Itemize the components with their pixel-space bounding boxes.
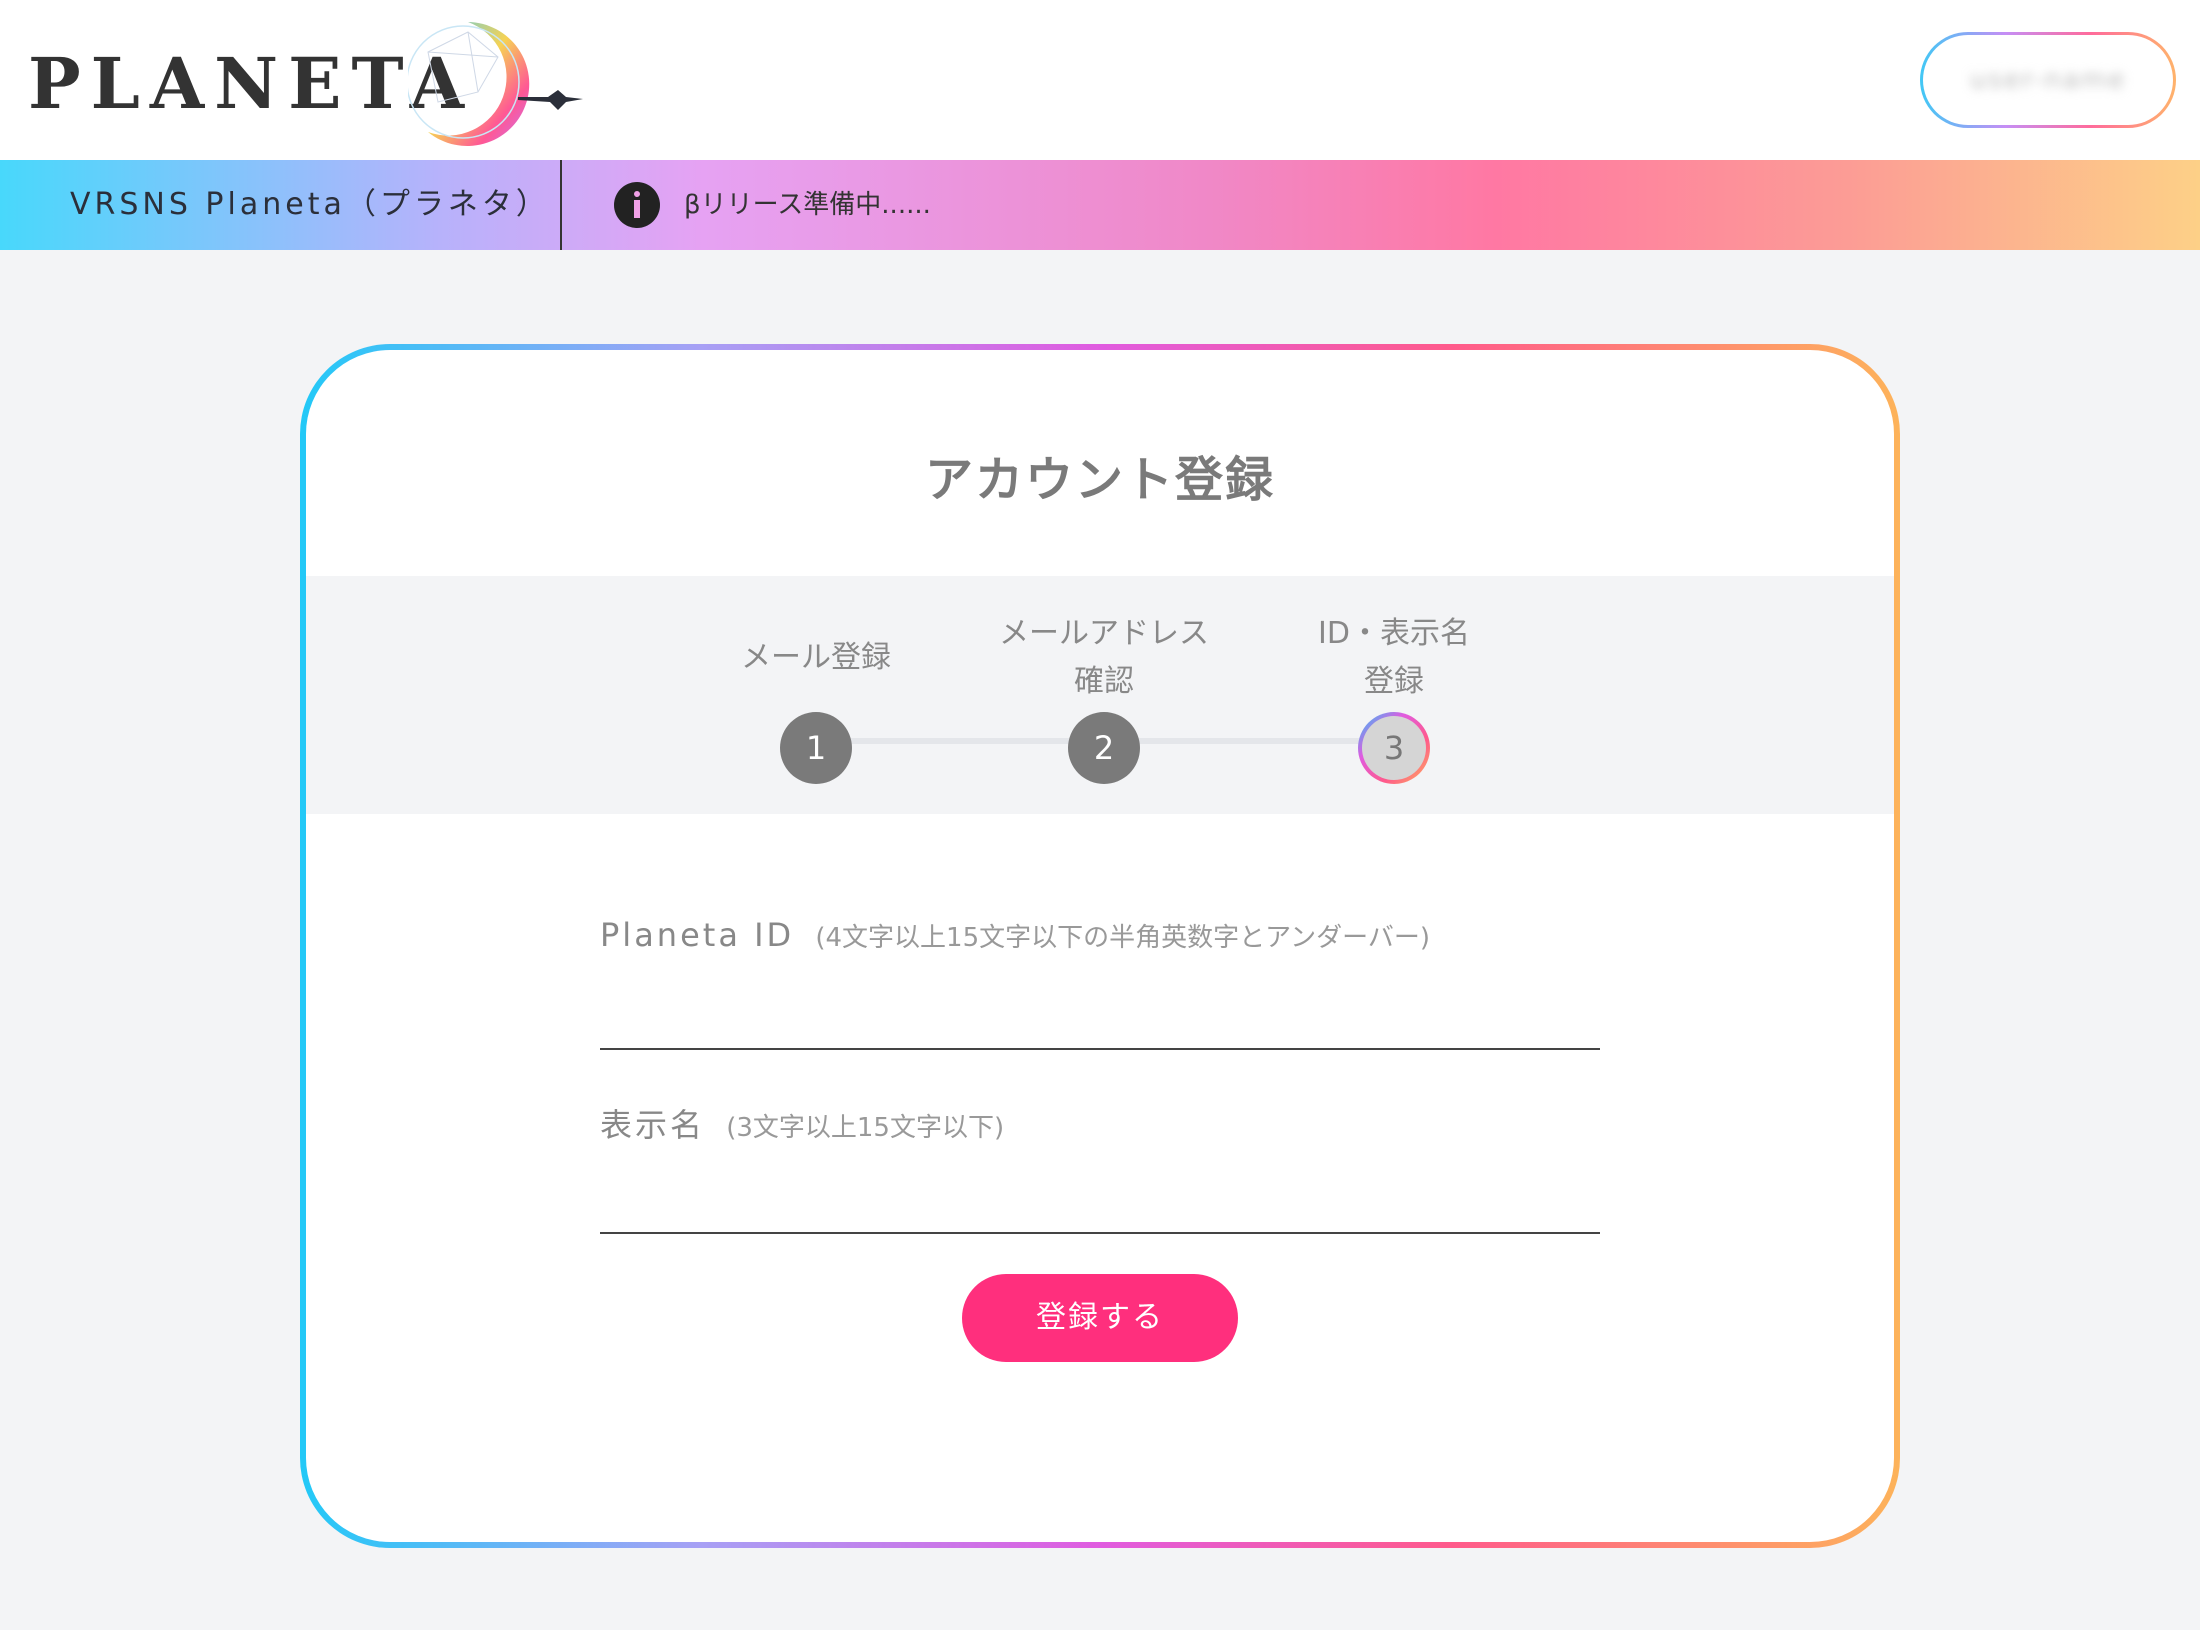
- step-current-indicator: 3: [1358, 712, 1430, 784]
- planeta-logo[interactable]: PLANETA: [28, 12, 588, 152]
- display-name-field: 表示名 (3文字以上15文字以下): [600, 1100, 1600, 1234]
- step-number: 3: [1362, 716, 1426, 780]
- step-label: メールアドレス 確認: [999, 616, 1209, 699]
- step-label: メール登録: [741, 640, 891, 675]
- planeta-id-input[interactable]: [600, 996, 1600, 1050]
- step-2: メールアドレス 確認 2: [984, 610, 1224, 784]
- step-label: ID・表示名 登録: [1318, 616, 1470, 699]
- planeta-id-field: Planeta ID (4文字以上15文字以下の半角英数字とアンダーバー): [600, 916, 1600, 1050]
- page-title: アカウント登録: [924, 452, 1275, 508]
- info-icon: [614, 182, 660, 228]
- announcement-banner: VRSNS Planeta（プラネタ） βリリース準備中......: [0, 160, 2200, 250]
- planeta-id-hint: (4文字以上15文字以下の半角英数字とアンダーバー): [815, 923, 1430, 953]
- display-name-input[interactable]: [600, 1180, 1600, 1234]
- banner-notice: βリリース準備中......: [684, 190, 931, 220]
- user-name: user-name: [1969, 65, 2127, 95]
- register-button[interactable]: 登録する: [962, 1274, 1238, 1362]
- planeta-logo-icon: [408, 22, 583, 146]
- top-header: PLANETA user-name: [0, 0, 2200, 160]
- step-number: 1: [780, 712, 852, 784]
- step-number: 2: [1068, 712, 1140, 784]
- user-menu-button[interactable]: user-name: [1920, 32, 2176, 128]
- step-1: メール登録 1: [696, 610, 936, 784]
- display-name-hint: (3文字以上15文字以下): [726, 1113, 1005, 1143]
- display-name-label: 表示名: [600, 1106, 706, 1144]
- planeta-id-label: Planeta ID: [600, 916, 795, 954]
- banner-divider: [560, 160, 562, 250]
- step-progress: メール登録 1 メールアドレス 確認 2 ID・表示名 登録 3: [306, 576, 1894, 814]
- step-3: ID・表示名 登録 3: [1274, 610, 1514, 784]
- banner-title: VRSNS Planeta（プラネタ）: [70, 187, 550, 222]
- registration-card: アカウント登録 メール登録 1 メールアドレス 確認 2 ID・表示名 登録 3: [300, 344, 1900, 1548]
